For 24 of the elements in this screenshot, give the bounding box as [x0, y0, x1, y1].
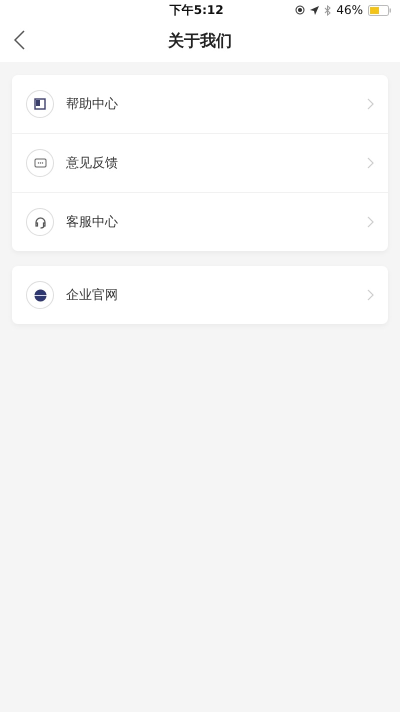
menu-item[interactable]: 企业官网 [12, 266, 388, 324]
battery-percentage: 46% [336, 3, 363, 17]
page-title: 关于我们 [168, 30, 232, 52]
menu-item-label: 帮助中心 [66, 96, 119, 113]
message-icon [34, 158, 46, 168]
location-icon [310, 6, 320, 14]
menu-item[interactable]: 客服中心 [12, 192, 388, 251]
status-time: 下午5:12 [168, 2, 225, 18]
menu-item[interactable]: 帮助中心 [12, 75, 388, 133]
menu-item-label: 意见反馈 [66, 155, 119, 172]
lock-rotation-icon [295, 5, 306, 15]
chevron-right-icon [367, 216, 374, 228]
headset-icon [34, 216, 46, 228]
menu-item[interactable]: 意见反馈 [12, 133, 388, 192]
menu-item-label: 企业官网 [66, 287, 119, 304]
battery-icon [368, 4, 392, 16]
bluetooth-icon [324, 4, 332, 16]
chevron-right-icon [367, 157, 374, 169]
chevron-right-icon [367, 98, 374, 110]
book-icon [34, 98, 46, 110]
menu-item-label: 客服中心 [66, 214, 119, 231]
globe-icon [34, 288, 46, 302]
chevron-right-icon [367, 289, 374, 301]
back-button[interactable] [12, 28, 27, 52]
